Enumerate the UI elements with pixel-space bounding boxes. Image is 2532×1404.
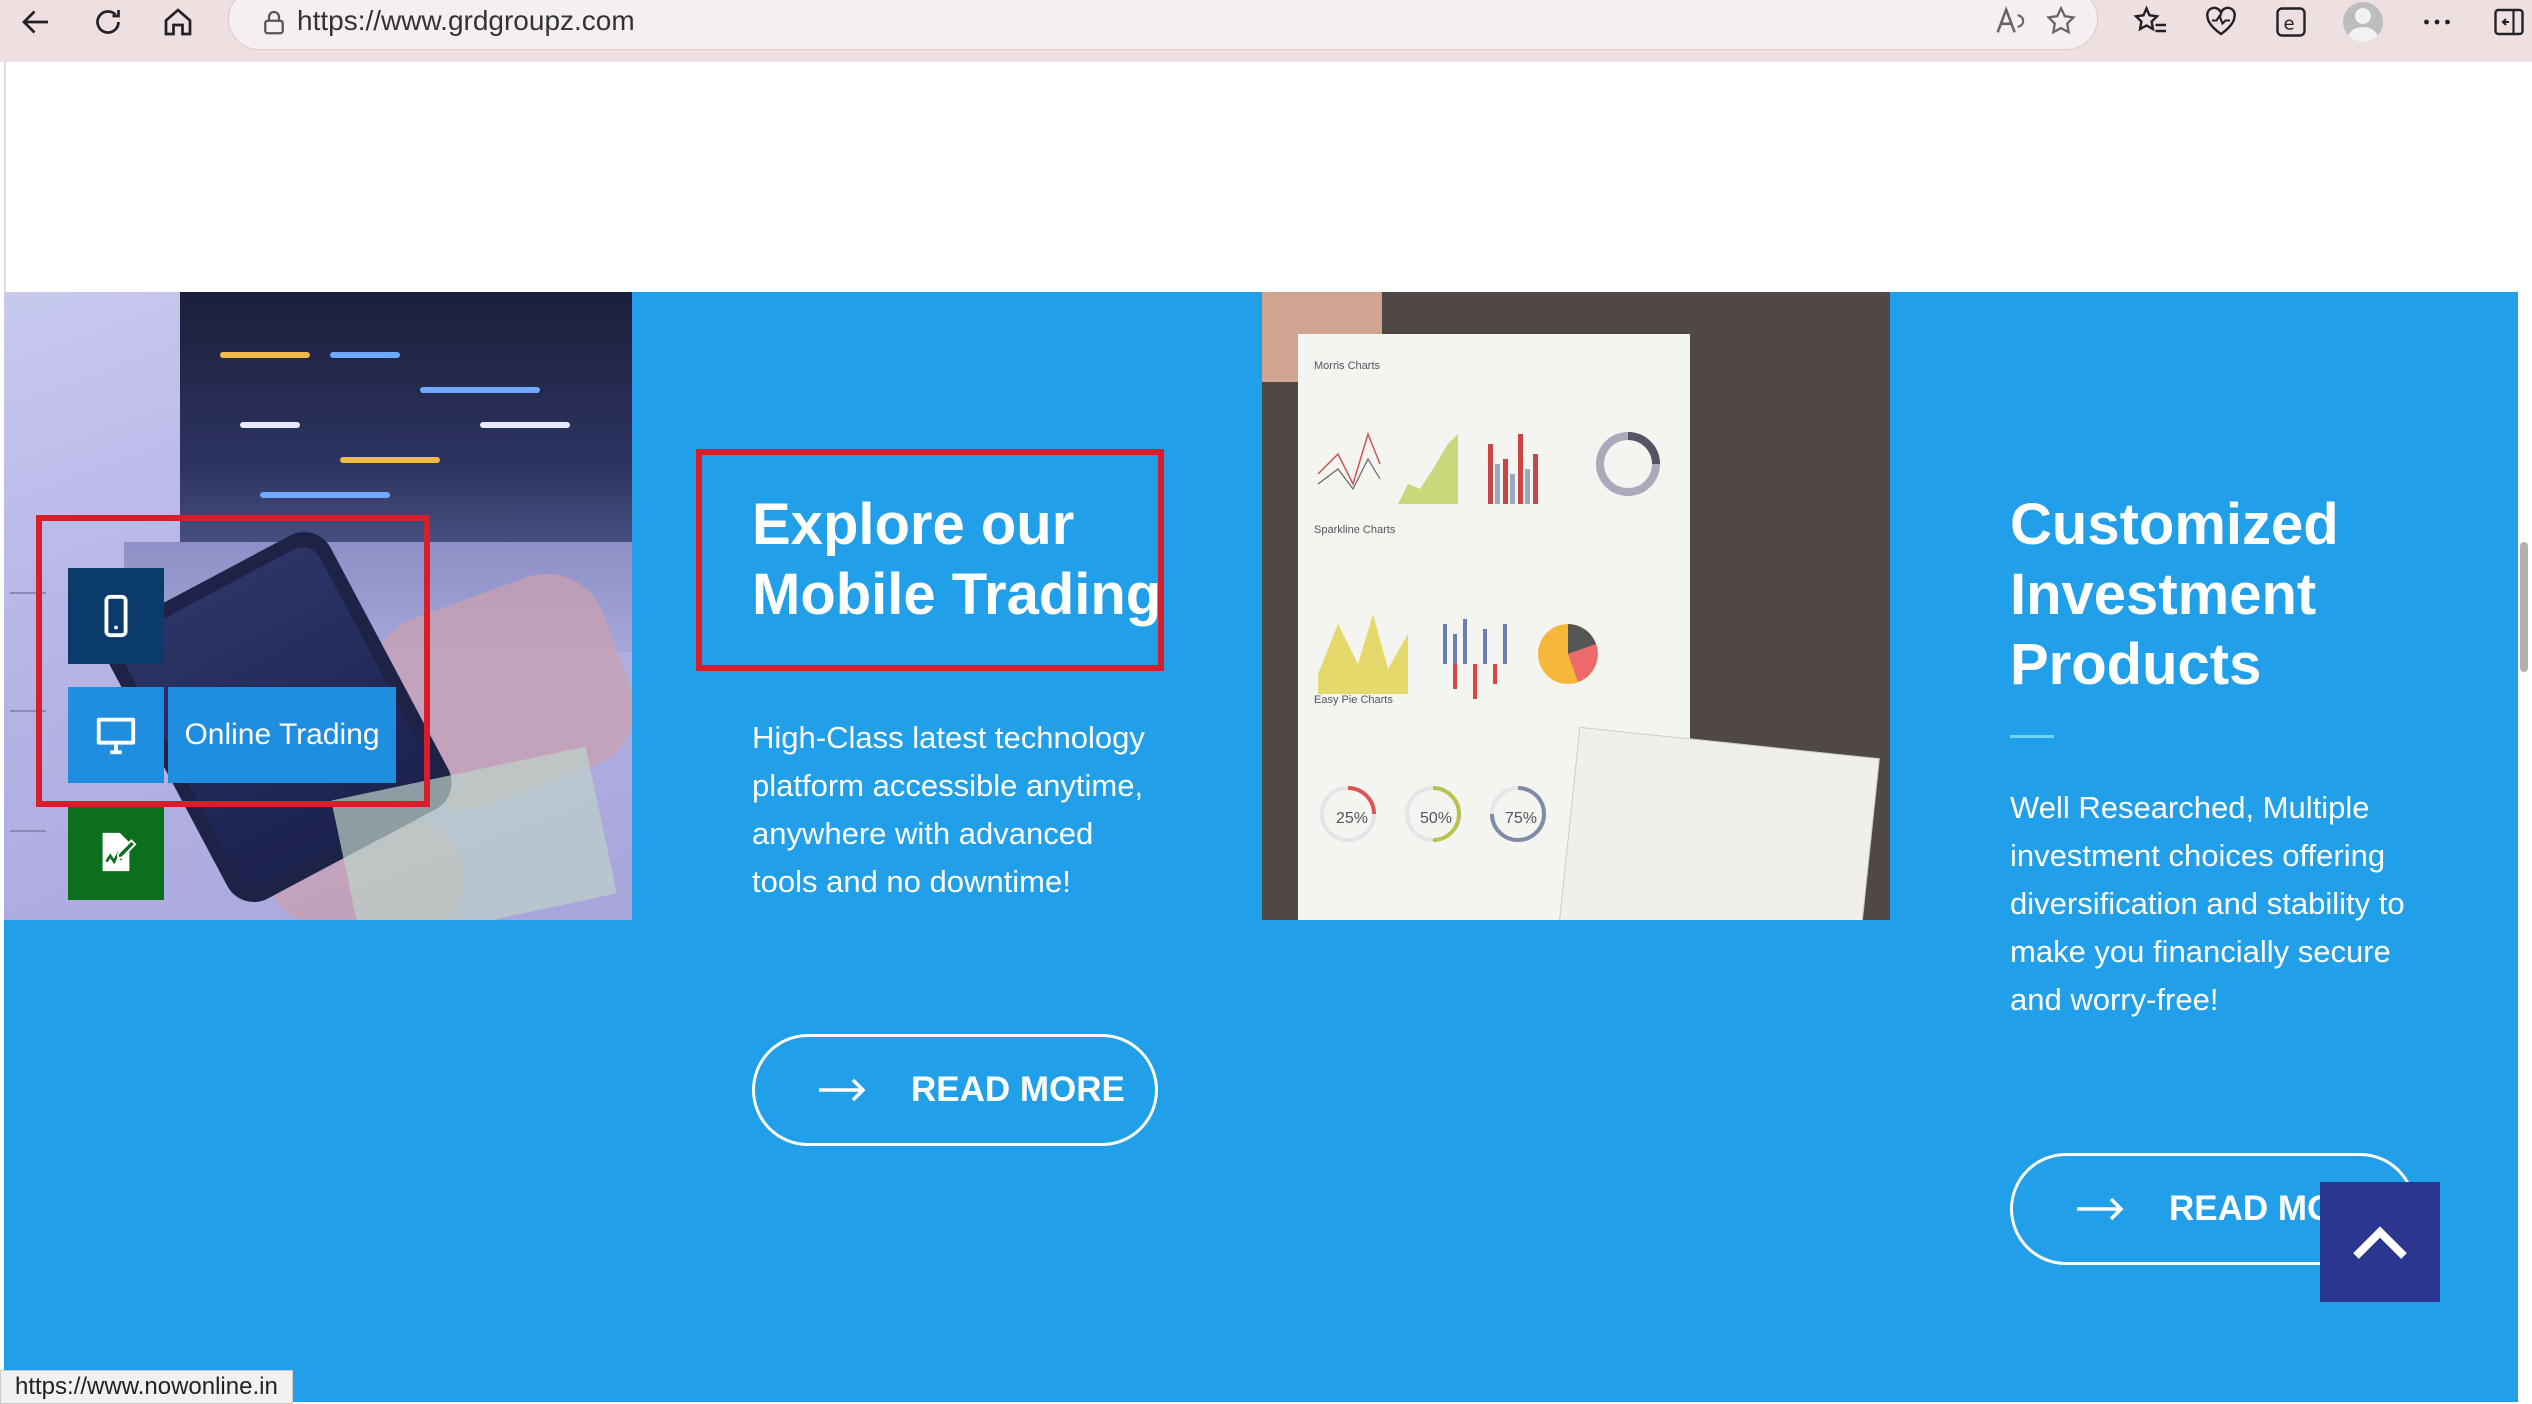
address-bar[interactable]: https://www.grdgroupz.com	[228, 0, 2098, 50]
signature-document-icon	[102, 832, 137, 872]
home-button[interactable]	[150, 0, 206, 44]
chevron-up-icon	[2353, 1226, 2407, 1259]
timeline-tick	[10, 830, 46, 832]
lock-icon	[264, 10, 284, 35]
heading-line: Explore our	[752, 492, 1075, 557]
edge-collections-icon[interactable]: e	[2266, 0, 2316, 44]
refresh-icon	[96, 10, 120, 34]
status-bar-url: https://www.nowonline.in	[0, 1370, 293, 1404]
arrow-right-icon	[819, 1078, 866, 1102]
highlight-box-tabs	[36, 515, 430, 807]
investment-products-heading: Customized Investment Products	[2010, 490, 2339, 700]
avatar	[2343, 2, 2383, 42]
mobile-trading-heading: Explore our Mobile Trading	[752, 490, 1161, 630]
heading-line: Investment	[2010, 562, 2317, 627]
laptop-screen-illustration	[180, 292, 632, 542]
investment-description: Well Researched, Multiple investment cho…	[2010, 790, 2405, 1017]
notebook-illustration	[1556, 726, 1880, 920]
pie-label: 50%	[1420, 810, 1453, 827]
back-button[interactable]	[8, 0, 64, 44]
page-top-whitespace	[4, 62, 2524, 292]
sidebar-toggle-icon[interactable]	[2484, 0, 2532, 44]
mobile-read-more-button[interactable]: READ MORE	[752, 1034, 1158, 1146]
home-icon	[164, 8, 192, 36]
address-url[interactable]: https://www.grdgroupz.com	[297, 5, 635, 37]
heading-line: Mobile Trading	[752, 562, 1162, 627]
pie-label: 25%	[1336, 810, 1369, 827]
advisory-tab[interactable]	[68, 804, 164, 900]
heading-line: Products	[2010, 632, 2262, 697]
more-menu-icon[interactable]	[2412, 0, 2462, 44]
favorite-star-icon[interactable]	[2043, 3, 2079, 39]
scrollbar-thumb[interactable]	[2520, 542, 2528, 672]
favorites-icon[interactable]	[2126, 0, 2176, 44]
pie-label: 75%	[1505, 810, 1538, 827]
mobile-trading-description: High-Class latest technology platform ac…	[752, 720, 1145, 899]
paper-label: Morris Charts	[1314, 360, 1381, 372]
back-to-top-button[interactable]	[2320, 1182, 2440, 1302]
back-arrow-icon	[22, 10, 48, 34]
read-more-label: READ MORE	[911, 1070, 1125, 1109]
browser-essentials-icon[interactable]	[2196, 0, 2246, 44]
svg-text:e: e	[2284, 14, 2295, 35]
investment-charts-image: Morris Charts Sparkline Charts Easy Pie …	[1262, 292, 1890, 920]
heading-line: Customized	[2010, 492, 2339, 557]
heading-underline	[2010, 735, 2054, 738]
profile-avatar[interactable]	[2338, 0, 2388, 44]
browser-toolbar: https://www.grdgroupz.com e	[0, 0, 2532, 62]
read-aloud-icon[interactable]	[1991, 3, 2027, 39]
refresh-button[interactable]	[80, 0, 136, 44]
arrow-right-icon	[2077, 1197, 2124, 1221]
